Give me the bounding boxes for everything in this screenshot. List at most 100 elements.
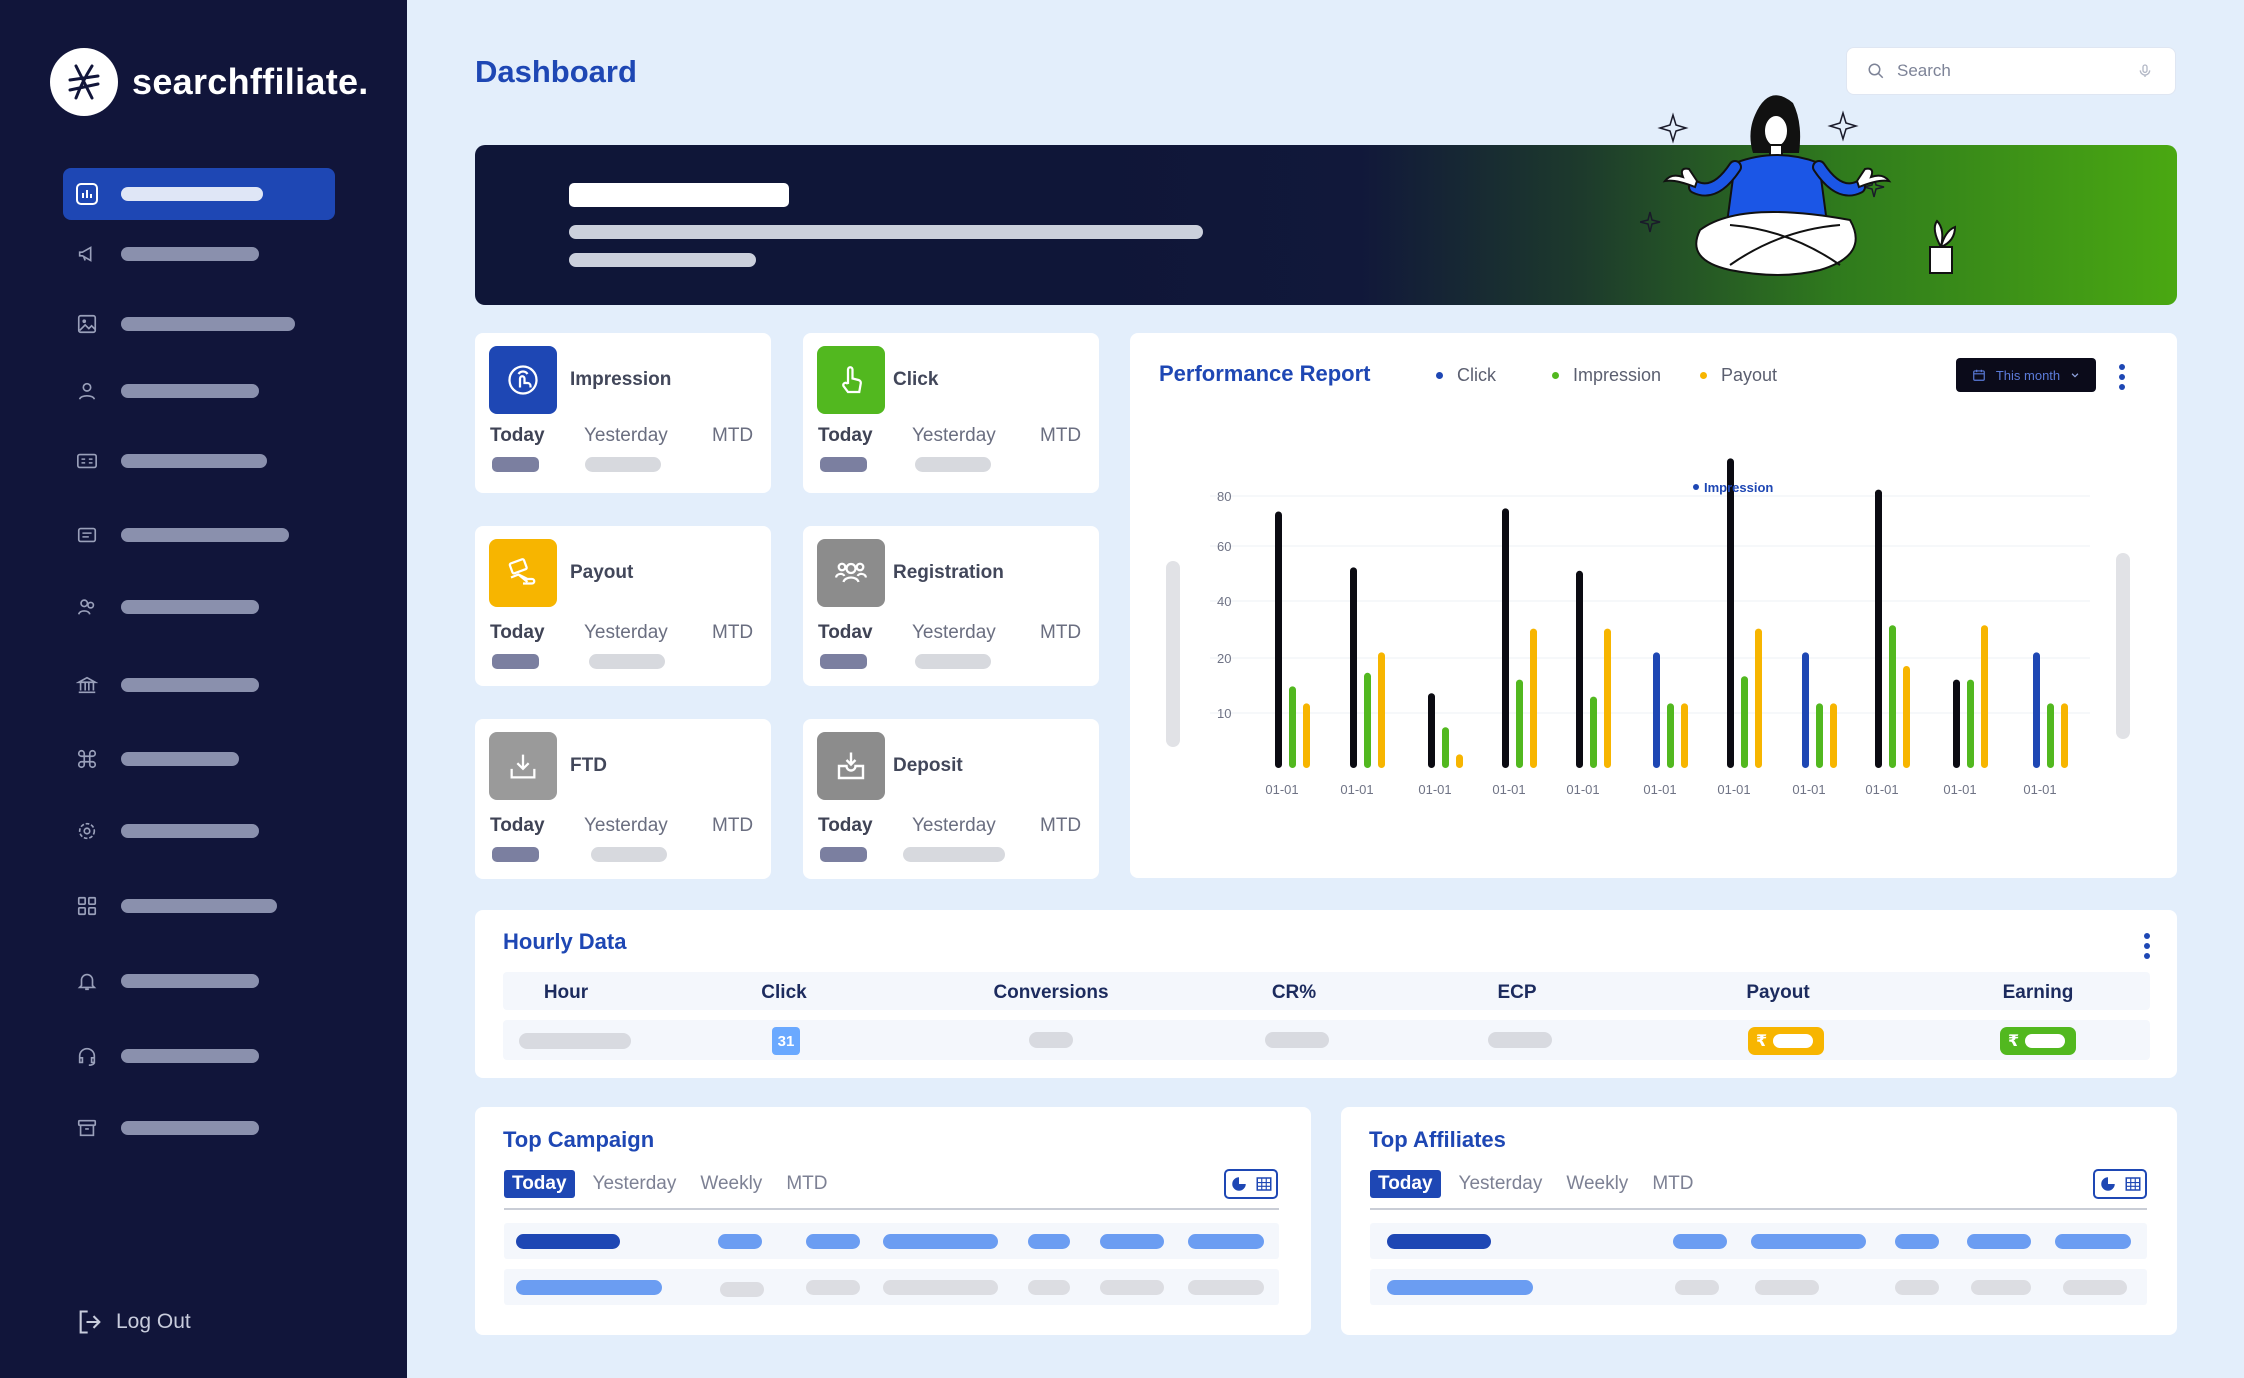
sidebar-item-kyc[interactable]	[63, 435, 335, 487]
period-today[interactable]: Today	[818, 425, 912, 447]
stat-card-click[interactable]: Click Today Yesterday MTD	[803, 333, 1099, 493]
period-mtd[interactable]: MTD	[712, 622, 753, 644]
period-yesterday[interactable]: Yesterday	[912, 815, 1040, 837]
tab-weekly[interactable]: Weekly	[700, 1173, 762, 1195]
sidebar-item-apps[interactable]	[63, 880, 335, 932]
sidebar-item-archive[interactable]	[63, 1102, 335, 1154]
period-yesterday[interactable]: Yesterday	[584, 622, 712, 644]
more-options-icon[interactable]	[2144, 933, 2150, 959]
stat-card-deposit[interactable]: Deposit Today Yesterday MTD	[803, 719, 1099, 879]
microphone-icon[interactable]	[2137, 62, 2153, 80]
chart-bar[interactable]	[1502, 508, 1509, 768]
chart-bar[interactable]	[2061, 703, 2068, 768]
sidebar-item-support[interactable]	[63, 1030, 335, 1082]
period-today[interactable]: Today	[490, 815, 584, 837]
period-mtd[interactable]: MTD	[1040, 425, 1081, 447]
chart-bar[interactable]	[1604, 628, 1611, 768]
chart-table-toggle[interactable]	[2093, 1169, 2147, 1199]
stat-card-registration[interactable]: Registration Todav Yesterday MTD	[803, 526, 1099, 686]
table-row[interactable]	[504, 1269, 1279, 1305]
chart-bar[interactable]	[1967, 679, 1974, 768]
table-row[interactable]	[504, 1223, 1279, 1259]
period-yesterday[interactable]: Yesterday	[912, 425, 1040, 447]
brand[interactable]: searchffiliate.	[50, 48, 369, 116]
chart-bar[interactable]	[1576, 570, 1583, 768]
tab-weekly[interactable]: Weekly	[1566, 1173, 1628, 1195]
chart-bar[interactable]	[1889, 625, 1896, 768]
legend-item-click[interactable]: Click	[1436, 365, 1496, 386]
search-input[interactable]	[1897, 61, 2117, 81]
chart-bar[interactable]	[1755, 628, 1762, 768]
period-today[interactable]: Today	[490, 425, 584, 447]
chart-bar[interactable]	[2033, 652, 2040, 768]
period-mtd[interactable]: MTD	[712, 815, 753, 837]
sidebar-item-shortcuts[interactable]	[63, 733, 335, 785]
chart-bar[interactable]	[1816, 703, 1823, 768]
tab-mtd[interactable]: MTD	[1652, 1173, 1693, 1195]
column-header-hour[interactable]: Hour	[544, 982, 588, 1004]
sidebar-item-profile[interactable]	[63, 365, 335, 417]
chart-bar[interactable]	[1953, 679, 1960, 768]
chart-bar[interactable]	[1727, 458, 1734, 768]
sidebar-item-dashboard[interactable]	[63, 168, 335, 220]
chart-bar[interactable]	[1802, 652, 1809, 768]
chart-bar[interactable]	[1530, 628, 1537, 768]
chart-bar[interactable]	[1428, 693, 1435, 768]
stat-card-payout[interactable]: Payout Today Yesterday MTD	[475, 526, 771, 686]
tab-yesterday[interactable]: Yesterday	[1459, 1173, 1543, 1195]
period-today[interactable]: Todav	[818, 622, 912, 644]
chart-bar[interactable]	[1667, 703, 1674, 768]
column-header-ecp[interactable]: ECP	[1497, 982, 1536, 1004]
tab-today[interactable]: Today	[1370, 1170, 1441, 1198]
sidebar-item-campaigns[interactable]	[63, 228, 335, 280]
period-today[interactable]: Today	[490, 622, 584, 644]
period-mtd[interactable]: MTD	[712, 425, 753, 447]
tab-yesterday[interactable]: Yesterday	[593, 1173, 677, 1195]
chart-scroll-left[interactable]	[1166, 561, 1180, 747]
chart-bar[interactable]	[1350, 567, 1357, 768]
chart-bar[interactable]	[1378, 652, 1385, 768]
tab-mtd[interactable]: MTD	[786, 1173, 827, 1195]
column-header-cr[interactable]: CR%	[1272, 982, 1316, 1004]
chart-bar[interactable]	[1681, 703, 1688, 768]
sidebar-item-notifications[interactable]	[63, 955, 335, 1007]
legend-item-impression[interactable]: Impression	[1552, 365, 1661, 386]
chart-scroll-right[interactable]	[2116, 553, 2130, 739]
chart-bar[interactable]	[1875, 489, 1882, 768]
period-mtd[interactable]: MTD	[1040, 622, 1081, 644]
sidebar-item-billing[interactable]	[63, 659, 335, 711]
chart-bar[interactable]	[1289, 686, 1296, 768]
stat-card-impression[interactable]: Impression Today Yesterday MTD	[475, 333, 771, 493]
stat-card-ftd[interactable]: FTD Today Yesterday MTD	[475, 719, 771, 879]
period-mtd[interactable]: MTD	[1040, 815, 1081, 837]
sidebar-item-settings[interactable]	[63, 805, 335, 857]
chart-bar[interactable]	[1830, 703, 1837, 768]
period-yesterday[interactable]: Yesterday	[584, 815, 712, 837]
date-range-dropdown[interactable]: This month	[1956, 358, 2096, 392]
period-yesterday[interactable]: Yesterday	[584, 425, 712, 447]
column-header-earning[interactable]: Earning	[2003, 982, 2074, 1004]
chart-bar[interactable]	[1903, 666, 1910, 768]
column-header-conversions[interactable]: Conversions	[993, 982, 1108, 1004]
chart-bar[interactable]	[1364, 672, 1371, 768]
chart-bar[interactable]	[1303, 703, 1310, 768]
tab-today[interactable]: Today	[504, 1170, 575, 1198]
chart-bar[interactable]	[1653, 652, 1660, 768]
chart-bar[interactable]	[2047, 703, 2054, 768]
more-options-icon[interactable]	[2119, 364, 2125, 390]
table-row[interactable]	[1370, 1223, 2147, 1259]
sidebar-item-reports[interactable]	[63, 509, 335, 561]
chart-table-toggle[interactable]	[1224, 1169, 1278, 1199]
column-header-click[interactable]: Click	[761, 982, 806, 1004]
chart-bar[interactable]	[1456, 754, 1463, 768]
sidebar-item-creatives[interactable]	[63, 298, 335, 350]
chart-bar[interactable]	[1981, 625, 1988, 768]
column-header-payout[interactable]: Payout	[1746, 982, 1809, 1004]
table-row[interactable]	[1370, 1269, 2147, 1305]
logout-button[interactable]: Log Out	[76, 1308, 191, 1336]
chart-bar[interactable]	[1516, 679, 1523, 768]
period-yesterday[interactable]: Yesterday	[912, 622, 1040, 644]
chart-bar[interactable]	[1590, 696, 1597, 768]
chart-bar[interactable]	[1442, 727, 1449, 768]
legend-item-payout[interactable]: Payout	[1700, 365, 1777, 386]
